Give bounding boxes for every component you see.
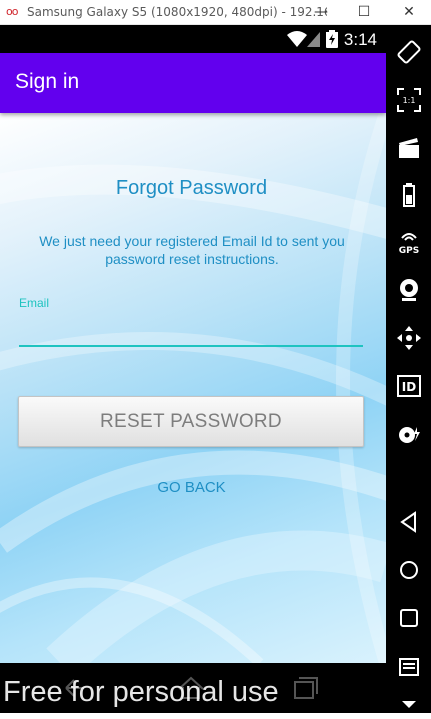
status-bar: 3:14 bbox=[0, 25, 386, 53]
app-bar: Sign in bbox=[0, 53, 386, 113]
app-logo-icon: oo bbox=[6, 5, 19, 18]
recents-icon[interactable] bbox=[394, 603, 424, 633]
maximize-button[interactable]: ☐ bbox=[352, 2, 376, 22]
emulator-toolbar: 1:1 GPS ID bbox=[386, 25, 431, 713]
signal-icon bbox=[307, 32, 320, 47]
wifi-icon bbox=[287, 31, 307, 47]
page-title: Forgot Password bbox=[115, 177, 268, 199]
camera-icon[interactable] bbox=[394, 275, 424, 305]
screen-record-icon[interactable] bbox=[394, 133, 424, 163]
disk-icon[interactable] bbox=[394, 419, 424, 449]
go-back-link[interactable]: GO BACK bbox=[0, 479, 383, 496]
forgot-password-screen: Forgot Password We just need your regist… bbox=[0, 113, 386, 663]
battery-icon[interactable] bbox=[394, 180, 424, 210]
reset-password-button[interactable]: RESET PASSWORD bbox=[18, 396, 364, 447]
gps-label: GPS bbox=[399, 246, 419, 256]
instructions-text: We just need your registered Email Id to… bbox=[39, 233, 345, 267]
scale-label: 1:1 bbox=[403, 96, 416, 105]
id-label: ID bbox=[402, 380, 416, 394]
email-field[interactable] bbox=[19, 317, 363, 347]
status-time: 3:14 bbox=[343, 30, 377, 49]
gps-icon[interactable]: GPS bbox=[394, 228, 424, 258]
identifiers-icon[interactable]: ID bbox=[394, 371, 424, 401]
menu-icon[interactable] bbox=[394, 651, 424, 681]
window-title: Samsung Galaxy S5 (1080x1920, 480dpi) - … bbox=[27, 5, 327, 19]
minimize-button[interactable]: — bbox=[309, 2, 333, 22]
battery-icon bbox=[326, 30, 338, 48]
recents-icon[interactable] bbox=[292, 675, 318, 701]
home-icon[interactable] bbox=[394, 555, 424, 585]
back-icon[interactable] bbox=[394, 507, 424, 537]
window-title-bar: oo Samsung Galaxy S5 (1080x1920, 480dpi)… bbox=[0, 0, 431, 25]
pixel-perfect-icon[interactable]: 1:1 bbox=[394, 85, 424, 115]
phone-screen: 3:14 Sign in Forgot Password We just nee… bbox=[0, 25, 386, 713]
watermark-text: Free for personal use bbox=[3, 676, 279, 708]
more-icon[interactable] bbox=[394, 689, 424, 719]
dpad-icon[interactable] bbox=[394, 323, 424, 353]
email-label: Email bbox=[19, 296, 50, 310]
close-button[interactable]: ✕ bbox=[397, 2, 421, 22]
app-bar-title: Sign in bbox=[15, 70, 80, 93]
rotate-icon[interactable] bbox=[394, 37, 424, 67]
